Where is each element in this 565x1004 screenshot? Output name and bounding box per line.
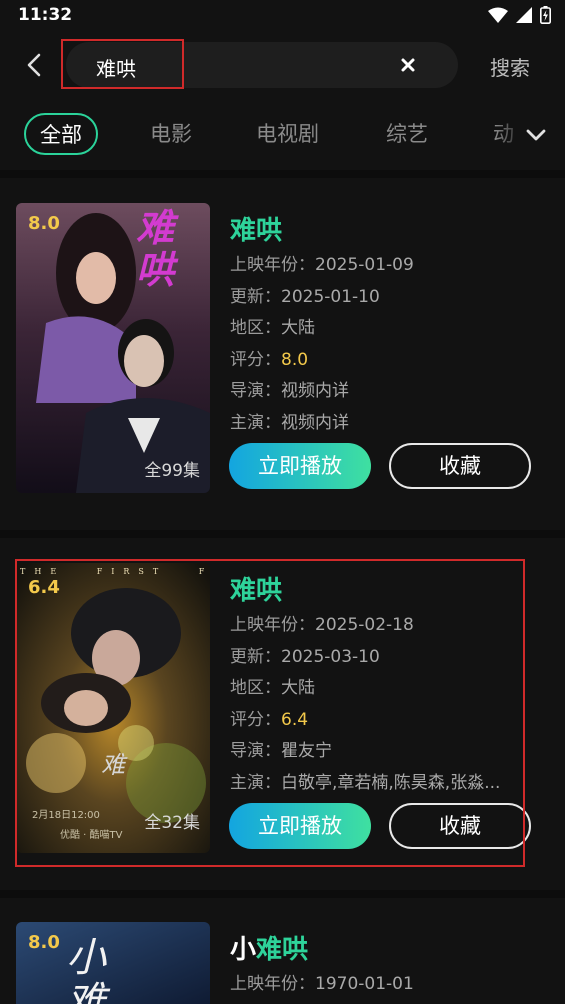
poster-title-art: 难哄 [136,206,175,292]
result-card[interactable]: 8.0 小难 小难哄 上映年份：1970-01-01 [0,922,565,1004]
cast: 主演：视频内详 [230,412,349,433]
back-arrow-icon[interactable] [20,50,50,80]
wifi-icon [488,7,508,23]
category-tabs: 全部 电影 电视剧 综艺 动 [0,106,565,164]
search-input-highlight-box [61,39,184,89]
release-year: 上映年份：1970-01-01 [230,974,414,994]
episode-count: 全99集 [144,461,200,481]
divider [0,170,565,178]
tab-all[interactable]: 全部 [24,113,98,155]
poster-title-art: 小难 [66,935,106,1004]
result-card[interactable]: 8.0 难哄 全99集 难哄 上映年份：2025-01-09 更新：2025-0… [0,203,565,523]
result-title[interactable]: 难哄 [230,210,530,250]
search-input[interactable]: 难哄 [61,39,458,89]
play-now-button[interactable]: 立即播放 [229,443,371,489]
poster-image[interactable]: 8.0 小难 [16,922,210,1004]
favorite-button[interactable]: 收藏 [389,443,531,489]
tab-variety[interactable]: 综艺 [386,118,428,148]
poster-image[interactable]: 8.0 难哄 全99集 [16,203,210,493]
region: 地区：大陆 [230,318,315,338]
poster-score-badge: 8.0 [28,932,60,953]
search-header: 难哄 搜索 [0,32,565,102]
divider [0,890,565,898]
signal-icon [516,7,532,23]
poster-score-badge: 8.0 [28,213,60,234]
tab-tv-series[interactable]: 电视剧 [256,118,319,148]
result-card-highlight-box [15,559,525,867]
battery-icon [540,6,551,24]
divider [0,530,565,538]
update-date: 更新：2025-01-10 [230,286,380,307]
release-year: 上映年份：2025-01-09 [230,255,414,275]
status-time: 11:32 [18,5,73,25]
result-title[interactable]: 小难哄 [230,929,530,969]
rating: 评分：8.0 [230,349,309,370]
clear-icon[interactable] [398,55,418,75]
director: 导演：视频内详 [230,381,349,401]
search-button[interactable]: 搜索 [490,52,530,81]
tab-movie[interactable]: 电影 [150,118,192,148]
chevron-down-icon[interactable] [525,124,547,146]
status-bar: 11:32 [0,0,565,32]
